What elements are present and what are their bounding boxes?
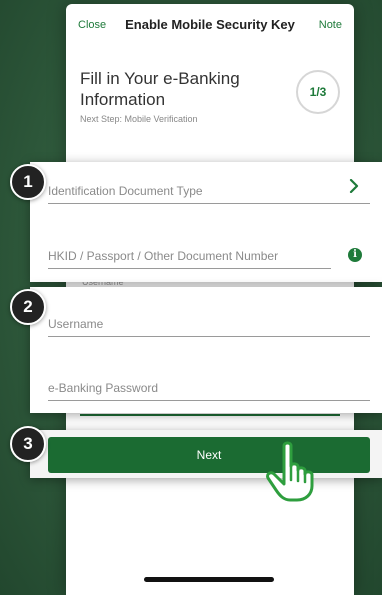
step-badge-3: 3 [10,426,46,462]
id-document-type-select[interactable]: Identification Document Type [48,176,370,204]
home-indicator [144,577,274,582]
login-card: Username e-Banking Password [30,287,382,413]
password-input[interactable]: e-Banking Password [48,373,370,401]
form-heading: Fill in Your e-Banking Information [80,69,240,109]
username-label: Username [48,317,104,331]
background-field-underline [80,414,340,416]
chevron-right-icon[interactable] [348,179,360,193]
note-button[interactable]: Note [319,19,342,31]
password-label: e-Banking Password [48,381,159,395]
step-badge-2: 2 [10,289,46,325]
document-number-label: HKID / Passport / Other Document Number [48,249,279,263]
step-indicator: 1/3 [296,70,340,114]
username-input[interactable]: Username [48,309,370,337]
page-title: Enable Mobile Security Key [125,17,295,32]
action-card: Next [30,430,382,478]
next-button[interactable]: Next [48,437,370,473]
info-icon[interactable]: i [348,248,362,262]
next-step-text: Next Step: Mobile Verification [80,114,198,124]
hand-pointer-icon [266,441,314,502]
step-badge-1: 1 [10,164,46,200]
close-button[interactable]: Close [78,19,106,31]
top-nav-bar: Close Enable Mobile Security Key Note [66,4,354,48]
document-number-input[interactable]: HKID / Passport / Other Document Number [48,241,331,269]
id-document-type-label: Identification Document Type [48,184,203,198]
identity-card: Identification Document Type HKID / Pass… [30,162,382,282]
